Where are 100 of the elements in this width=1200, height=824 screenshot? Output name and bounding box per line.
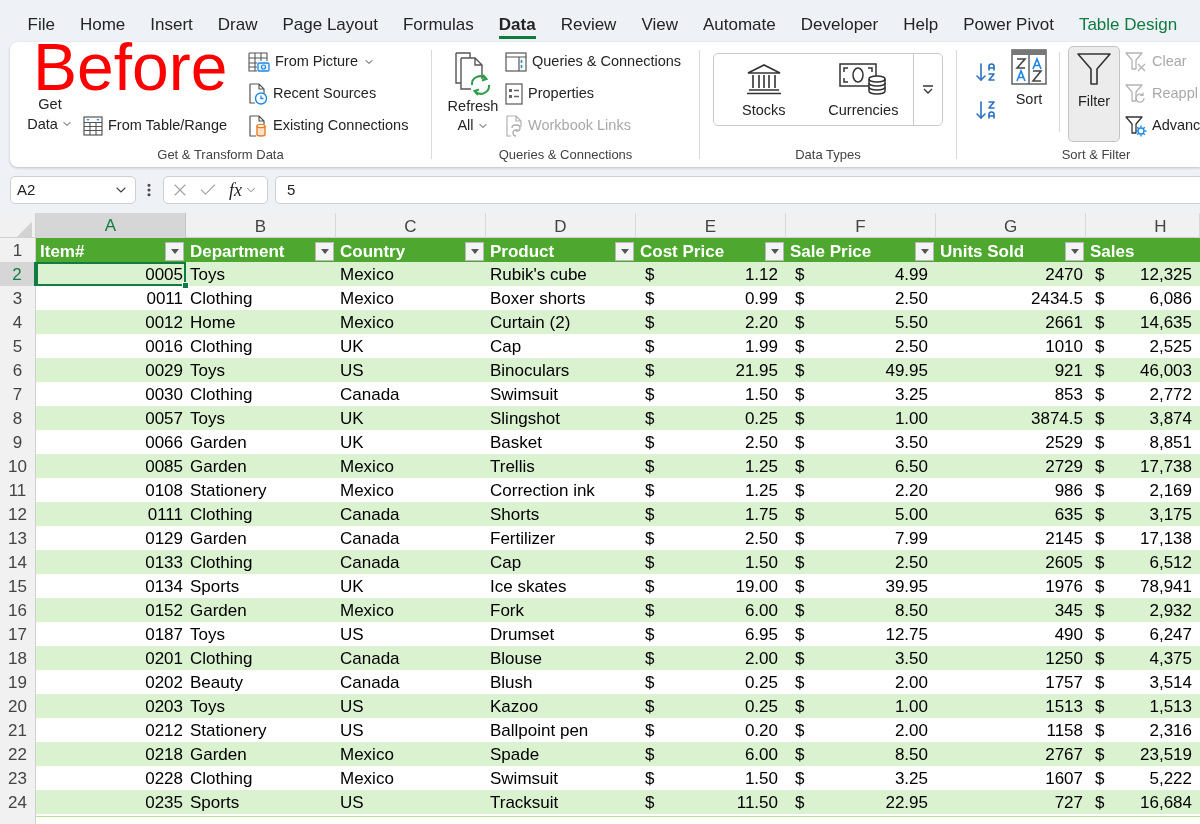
table-cell[interactable]: Blush xyxy=(486,670,636,694)
table-cell[interactable]: Basket xyxy=(486,430,636,454)
table-cell[interactable]: Mexico xyxy=(336,598,486,622)
table-cell[interactable]: Boxer shorts xyxy=(486,286,636,310)
table-cell[interactable]: 2529 xyxy=(936,430,1086,454)
table-cell[interactable]: 2605 xyxy=(936,550,1086,574)
from-picture-button[interactable]: From Picture xyxy=(248,46,413,78)
table-cell[interactable]: Mexico xyxy=(336,454,486,478)
row-number[interactable]: 14 xyxy=(0,550,36,577)
table-cell[interactable]: Canada xyxy=(336,646,486,670)
table-cell[interactable]: 490 xyxy=(936,622,1086,646)
recent-sources-button[interactable]: Recent Sources xyxy=(248,78,413,110)
table-cell[interactable]: Toys xyxy=(186,622,336,646)
table-cell[interactable]: 0152 xyxy=(36,598,186,622)
row-number[interactable]: 19 xyxy=(0,670,36,697)
table-cell[interactable]: Canada xyxy=(336,550,486,574)
table-cell[interactable]: US xyxy=(336,694,486,718)
formula-input[interactable]: 5 xyxy=(275,176,1200,204)
table-cell[interactable]: Toys xyxy=(186,358,336,382)
menu-tab[interactable]: Power Pivot xyxy=(950,9,1067,41)
table-cell[interactable]: Canada xyxy=(336,502,486,526)
row-number[interactable]: 20 xyxy=(0,694,36,721)
table-cell[interactable]: Toys xyxy=(186,406,336,430)
table-cell[interactable]: Slingshot xyxy=(486,406,636,430)
table-cell[interactable]: Beauty xyxy=(186,670,336,694)
table-cell[interactable]: Correction ink xyxy=(486,478,636,502)
table-cell[interactable]: 3874.5 xyxy=(936,406,1086,430)
filter-dropdown-button[interactable] xyxy=(465,241,484,261)
table-cell[interactable]: 1250 xyxy=(936,646,1086,670)
table-cell[interactable]: 0029 xyxy=(36,358,186,382)
row-number[interactable]: 23 xyxy=(0,766,36,793)
table-cell[interactable]: Mexico xyxy=(336,286,486,310)
row-number[interactable]: 17 xyxy=(0,622,36,649)
table-cell[interactable]: Ice skates xyxy=(486,574,636,598)
table-cell[interactable]: Swimsuit xyxy=(486,766,636,790)
table-cell[interactable]: Binoculars xyxy=(486,358,636,382)
table-cell[interactable]: 0201 xyxy=(36,646,186,670)
table-cell[interactable]: Clothing xyxy=(186,550,336,574)
currencies-button[interactable]: Currencies xyxy=(813,54,914,125)
table-cell[interactable]: 0016 xyxy=(36,334,186,358)
menu-tab[interactable]: Table Design xyxy=(1066,9,1190,41)
filter-dropdown-button[interactable] xyxy=(615,241,634,261)
table-cell[interactable]: 0212 xyxy=(36,718,186,742)
table-cell[interactable]: Blouse xyxy=(486,646,636,670)
row-number[interactable]: 24 xyxy=(0,790,36,817)
row-number[interactable]: 2 xyxy=(0,262,36,289)
table-cell[interactable]: 0228 xyxy=(36,766,186,790)
table-cell[interactable]: Clothing xyxy=(186,334,336,358)
row-number[interactable]: 15 xyxy=(0,574,36,601)
row-number[interactable]: 5 xyxy=(0,334,36,361)
table-cell[interactable]: 0066 xyxy=(36,430,186,454)
table-cell[interactable]: UK xyxy=(336,334,486,358)
table-cell[interactable]: 1757 xyxy=(936,670,1086,694)
table-cell[interactable]: US xyxy=(336,622,486,646)
row-number[interactable]: 13 xyxy=(0,526,36,553)
queries-connections-button[interactable]: Queries & Connections xyxy=(505,46,686,78)
menu-tab[interactable]: Review xyxy=(548,9,629,41)
table-cell[interactable]: Clothing xyxy=(186,646,336,670)
row-number[interactable]: 21 xyxy=(0,718,36,745)
table-cell[interactable]: 0202 xyxy=(36,670,186,694)
from-table-range-button[interactable]: From Table/Range xyxy=(83,110,245,142)
table-cell[interactable]: Spade xyxy=(486,742,636,766)
table-cell[interactable]: 635 xyxy=(936,502,1086,526)
table-cell[interactable]: Ballpoint pen xyxy=(486,718,636,742)
table-cell[interactable]: 1158 xyxy=(936,718,1086,742)
table-cell[interactable]: 986 xyxy=(936,478,1086,502)
table-cell[interactable]: 727 xyxy=(936,790,1086,814)
table-cell[interactable]: Mexico xyxy=(336,310,486,334)
table-cell[interactable]: 0005 xyxy=(36,262,186,286)
menu-tab[interactable]: Data xyxy=(486,9,549,41)
row-number[interactable]: 6 xyxy=(0,358,36,385)
table-cell[interactable]: US xyxy=(336,790,486,814)
table-cell[interactable]: 0057 xyxy=(36,406,186,430)
table-cell[interactable]: Canada xyxy=(336,526,486,550)
table-cell[interactable]: Canada xyxy=(336,670,486,694)
table-cell[interactable]: Trellis xyxy=(486,454,636,478)
table-cell[interactable]: Cap xyxy=(486,550,636,574)
menu-tab[interactable]: Page Layout xyxy=(269,9,391,41)
table-cell[interactable]: 0111 xyxy=(36,502,186,526)
table-cell[interactable]: 1607 xyxy=(936,766,1086,790)
table-cell[interactable]: 0218 xyxy=(36,742,186,766)
row-number[interactable]: 8 xyxy=(0,406,36,433)
table-cell[interactable]: Sports xyxy=(186,574,336,598)
table-cell[interactable]: 0011 xyxy=(36,286,186,310)
table-cell[interactable]: Toys xyxy=(186,694,336,718)
table-cell[interactable]: Stationery xyxy=(186,718,336,742)
table-cell[interactable]: 0012 xyxy=(36,310,186,334)
table-cell[interactable]: 2145 xyxy=(936,526,1086,550)
table-cell[interactable]: Garden xyxy=(186,598,336,622)
table-cell[interactable]: Sports xyxy=(186,790,336,814)
table-cell[interactable]: Rubik's cube xyxy=(486,262,636,286)
menu-tab[interactable]: View xyxy=(628,9,691,41)
table-cell[interactable]: Clothing xyxy=(186,766,336,790)
table-cell[interactable]: Garden xyxy=(186,454,336,478)
properties-button[interactable]: Properties xyxy=(505,78,686,110)
table-cell[interactable]: 1976 xyxy=(936,574,1086,598)
advanced-filter-button[interactable]: Advanc xyxy=(1125,110,1200,142)
row-number[interactable]: 22 xyxy=(0,742,36,769)
table-cell[interactable]: 0134 xyxy=(36,574,186,598)
table-cell[interactable]: Stationery xyxy=(186,478,336,502)
